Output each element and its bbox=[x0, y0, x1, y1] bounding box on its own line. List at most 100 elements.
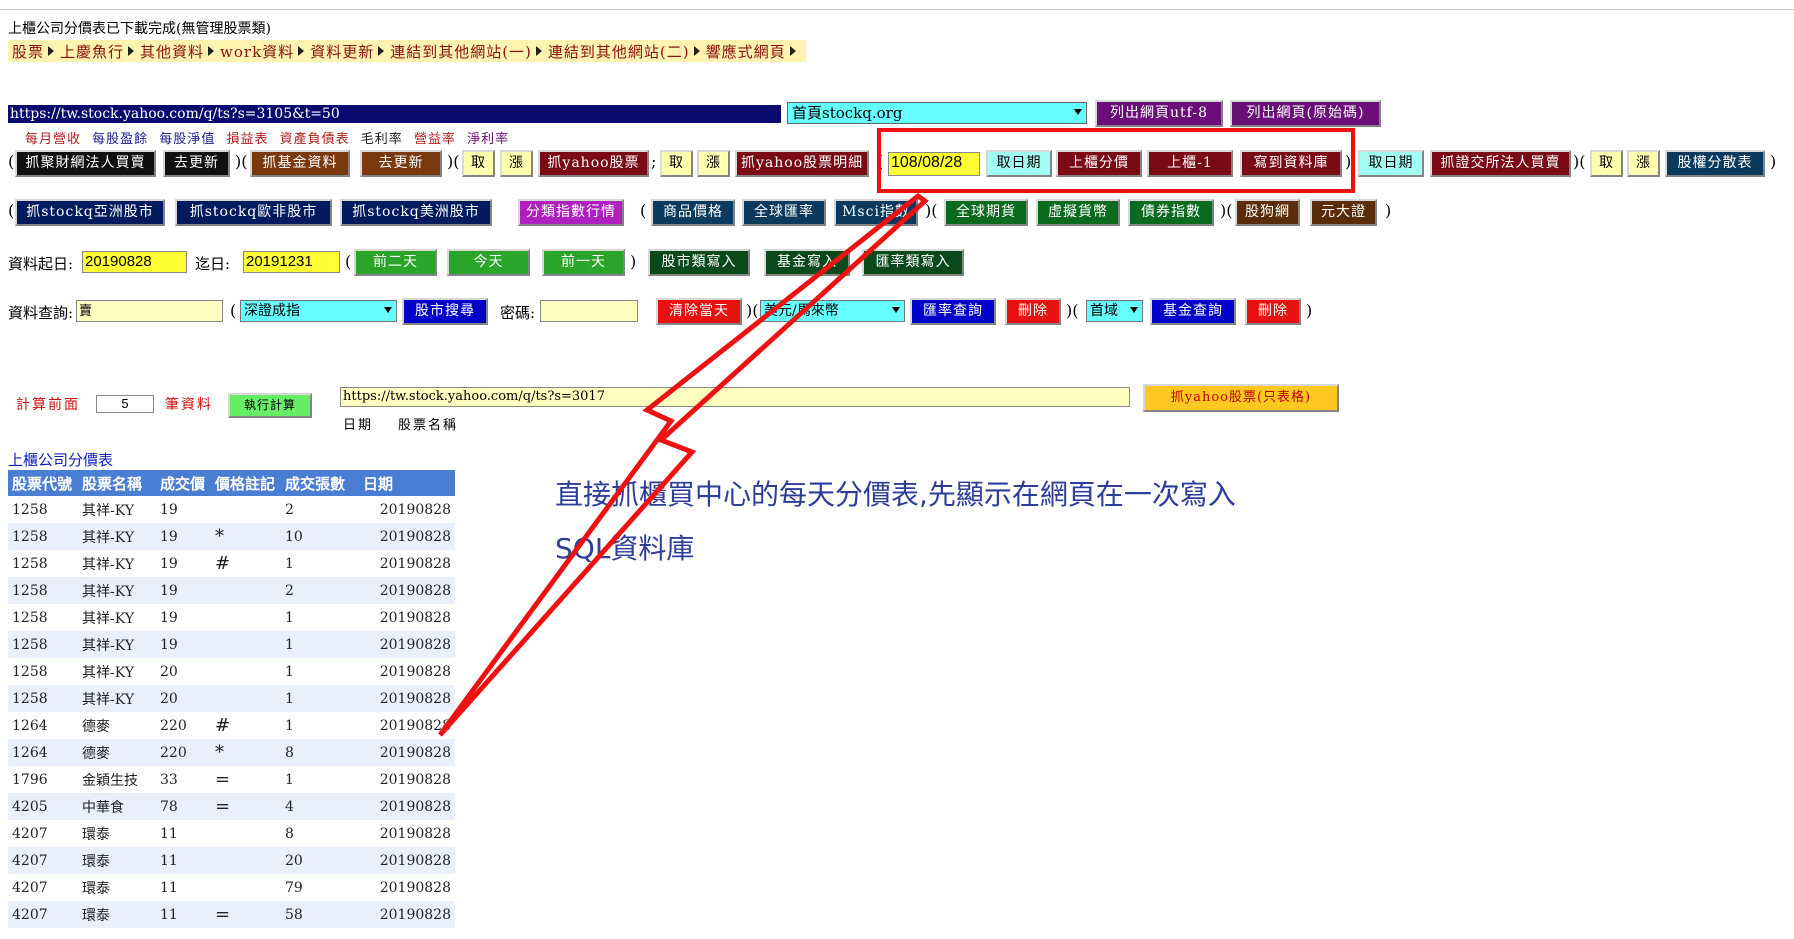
stockq-americas-button[interactable]: 抓stockq美洲股市 bbox=[340, 199, 492, 226]
start-date-input[interactable]: 20190828 bbox=[82, 251, 187, 273]
column-header[interactable]: 日期 bbox=[359, 470, 455, 496]
today-button[interactable]: 今天 bbox=[447, 249, 530, 276]
fund-update-button[interactable]: 去更新 bbox=[360, 150, 442, 177]
fund-select-value: 首域 bbox=[1090, 303, 1118, 319]
commodity-price-button[interactable]: 商品價格 bbox=[651, 199, 735, 226]
password-input[interactable] bbox=[540, 300, 638, 322]
fund-query-button[interactable]: 基金查詢 bbox=[1150, 298, 1236, 325]
bond-index-button[interactable]: 債券指數 bbox=[1128, 199, 1214, 226]
link-eps[interactable]: 每股盈餘 bbox=[92, 132, 148, 147]
fetch-yahoo-table-button[interactable]: 抓yahoo股票(只表格) bbox=[1143, 384, 1339, 412]
column-header[interactable]: 成交價 bbox=[156, 470, 211, 496]
get-date-button-2[interactable]: 取日期 bbox=[1358, 150, 1424, 177]
run-calc-button[interactable]: 執行計算 bbox=[228, 393, 312, 418]
rise-button-3[interactable]: 漲 bbox=[1627, 150, 1660, 177]
take-button-3[interactable]: 取 bbox=[1590, 150, 1623, 177]
menu-item[interactable]: 響應式網頁 bbox=[706, 41, 796, 62]
delete-button[interactable]: 刪除 bbox=[1005, 298, 1061, 325]
fetch-yahoo-detail-button[interactable]: 抓yahoo股票明細 bbox=[735, 150, 869, 177]
table-cell: 1 bbox=[281, 712, 359, 739]
column-header[interactable]: 價格註記 bbox=[211, 470, 281, 496]
link-monthly-revenue[interactable]: 每月營收 bbox=[25, 132, 81, 147]
menu-item[interactable]: 股票 bbox=[12, 41, 55, 62]
fx-query-button[interactable]: 匯率查詢 bbox=[910, 298, 996, 325]
global-fx-button[interactable]: 全球匯率 bbox=[742, 199, 826, 226]
end-date-input[interactable]: 20191231 bbox=[243, 251, 340, 273]
previous-day-button[interactable]: 前一天 bbox=[542, 249, 625, 276]
shareholding-distribution-button[interactable]: 股權分散表 bbox=[1665, 150, 1765, 177]
column-header[interactable]: 股票名稱 bbox=[78, 470, 156, 496]
table-cell: 4207 bbox=[8, 874, 78, 901]
query-input[interactable]: 賣 bbox=[76, 300, 223, 322]
write-fx-button[interactable]: 匯率類寫入 bbox=[862, 249, 964, 276]
menu-item[interactable]: 上慶魚行 bbox=[60, 41, 135, 62]
stockq-asia-button[interactable]: 抓stockq亞洲股市 bbox=[15, 199, 165, 226]
list-page-source-button[interactable]: 列出網頁(原始碼) bbox=[1230, 100, 1381, 127]
table-header-row: 股票代號 股票名稱 成交價 價格註記 成交張數 日期 bbox=[8, 470, 455, 496]
take-button[interactable]: 取 bbox=[462, 150, 495, 177]
clear-today-button[interactable]: 清除當天 bbox=[656, 298, 742, 325]
category-index-button[interactable]: 分類指數行情 bbox=[518, 199, 624, 226]
query-label: 資料查詢: bbox=[8, 304, 74, 322]
paren: )( bbox=[1066, 301, 1079, 320]
link-nav[interactable]: 每股淨值 bbox=[159, 132, 215, 147]
stockq-europe-africa-button[interactable]: 抓stockq歐非股市 bbox=[175, 199, 332, 226]
site-select[interactable]: 首頁stockq.org bbox=[787, 102, 1087, 124]
table-row: 4207 環泰 11 8 20190828 bbox=[8, 820, 455, 847]
write-fund-button[interactable]: 基金寫入 bbox=[764, 249, 850, 276]
url-input[interactable]: https://tw.stock.yahoo.com/q/ts?s=3105&t… bbox=[8, 105, 781, 123]
paren: )( bbox=[447, 152, 460, 171]
menu-item[interactable]: work資料 bbox=[220, 41, 305, 62]
link-gross-margin[interactable]: 毛利率 bbox=[361, 132, 403, 147]
menu-item[interactable]: 連結到其他網站(一) bbox=[390, 41, 542, 62]
table-cell: 8 bbox=[281, 820, 359, 847]
table-cell: 20190828 bbox=[359, 901, 455, 928]
paren: )( bbox=[1220, 201, 1233, 220]
table-cell bbox=[211, 820, 281, 847]
calc-days-input[interactable]: 5 bbox=[96, 395, 154, 413]
link-income-statement[interactable]: 損益表 bbox=[226, 132, 268, 147]
write-stock-button[interactable]: 股市類寫入 bbox=[648, 249, 750, 276]
fetch-fund-button[interactable]: 抓基金資料 bbox=[250, 150, 350, 177]
menu-item[interactable]: 資料更新 bbox=[310, 41, 385, 62]
column-header[interactable]: 股票代號 bbox=[8, 470, 78, 496]
paren: ( bbox=[640, 201, 647, 220]
rise-button[interactable]: 漲 bbox=[500, 150, 533, 177]
goodinfo-button[interactable]: 股狗網 bbox=[1235, 199, 1300, 226]
global-futures-button[interactable]: 全球期貨 bbox=[944, 199, 1028, 226]
delete-button-2[interactable]: 刪除 bbox=[1245, 298, 1301, 325]
link-balance-sheet[interactable]: 資產負債表 bbox=[280, 132, 350, 147]
stock-search-button[interactable]: 股市搜尋 bbox=[402, 298, 488, 325]
link-operating-margin[interactable]: 營益率 bbox=[414, 132, 456, 147]
index-select[interactable]: 深證成指 bbox=[240, 300, 397, 322]
table-row: 1258 其祥-KY 19 1 20190828 bbox=[8, 631, 455, 658]
list-page-utf8-button[interactable]: 列出網頁utf-8 bbox=[1095, 100, 1223, 127]
link-net-margin[interactable]: 淨利率 bbox=[467, 132, 509, 147]
submenu-arrow-icon bbox=[208, 46, 215, 56]
table-cell bbox=[211, 685, 281, 712]
table-row: 1258 其祥-KY 19 2 20190828 bbox=[8, 496, 455, 523]
chevron-down-icon bbox=[1130, 307, 1138, 313]
fetch-twse-institutional-button[interactable]: 抓證交所法人買賣 bbox=[1430, 150, 1571, 177]
crypto-button[interactable]: 虛擬貨幣 bbox=[1036, 199, 1120, 226]
menu-item[interactable]: 其他資料 bbox=[140, 41, 215, 62]
column-header[interactable]: 成交張數 bbox=[281, 470, 359, 496]
rise-button-2[interactable]: 漲 bbox=[697, 150, 730, 177]
table-cell: 1258 bbox=[8, 631, 78, 658]
two-days-ago-button[interactable]: 前二天 bbox=[354, 249, 437, 276]
table-cell: 1258 bbox=[8, 496, 78, 523]
fx-select[interactable]: 美元/馬來幣 bbox=[760, 300, 905, 322]
yuanta-button[interactable]: 元大證 bbox=[1310, 199, 1377, 226]
fetch-institutional-button[interactable]: 抓聚財網法人買賣 bbox=[15, 150, 156, 177]
fetch-yahoo-stock-button[interactable]: 抓yahoo股票 bbox=[538, 150, 649, 177]
update-button[interactable]: 去更新 bbox=[163, 150, 230, 177]
table-cell bbox=[211, 577, 281, 604]
table-cell: 1258 bbox=[8, 577, 78, 604]
msci-index-button[interactable]: Msci指數 bbox=[834, 199, 918, 226]
table-cell bbox=[211, 631, 281, 658]
table-cell: 環泰 bbox=[78, 901, 156, 928]
menu-item[interactable]: 連結到其他網站(二) bbox=[548, 41, 700, 62]
fund-select[interactable]: 首域 bbox=[1086, 300, 1143, 322]
take-button-2[interactable]: 取 bbox=[660, 150, 693, 177]
url2-input[interactable]: https://tw.stock.yahoo.com/q/ts?s=3017 bbox=[340, 387, 1130, 407]
